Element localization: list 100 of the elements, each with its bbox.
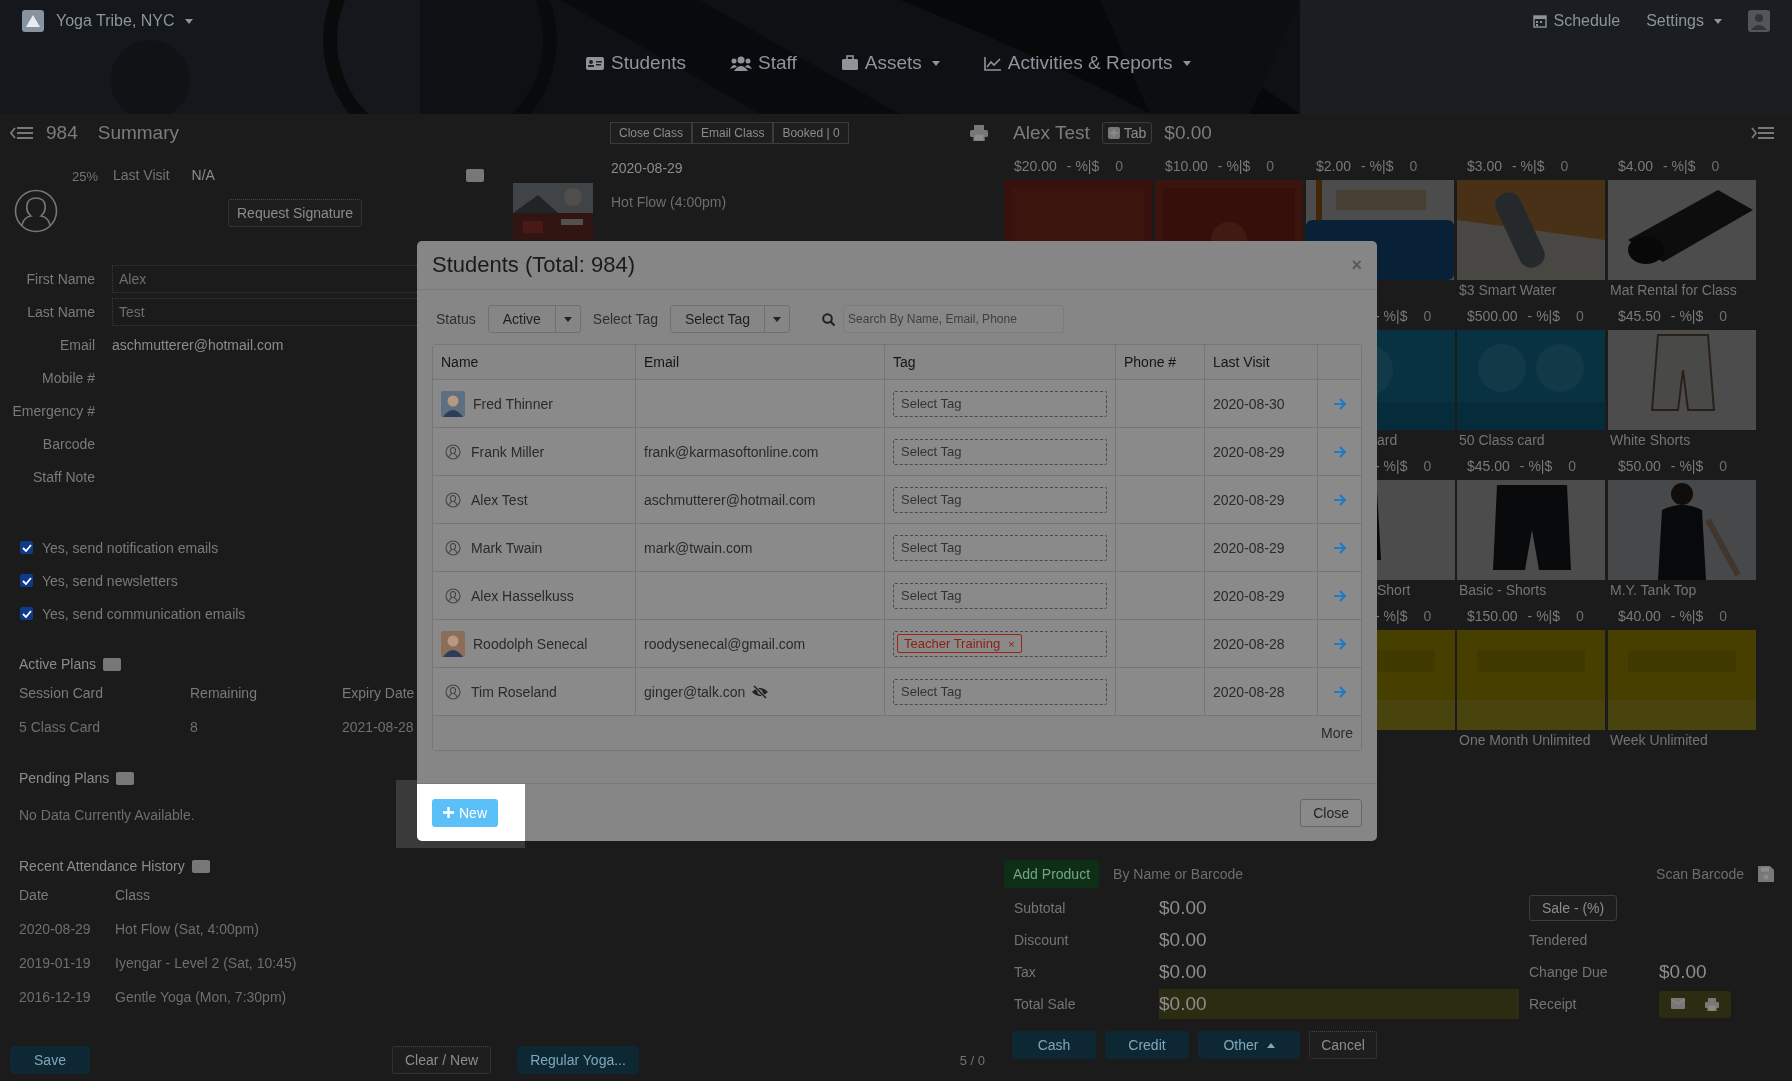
tag-field[interactable]: Select Tag: [893, 678, 1107, 705]
field-label: First Name: [25, 270, 95, 287]
class-action-button[interactable]: Close Class: [610, 122, 693, 144]
change-due-label: Change Due: [1529, 964, 1609, 980]
email-icon[interactable]: [1671, 997, 1685, 1009]
arrow-right-icon[interactable]: [1332, 589, 1347, 602]
column-header: Class: [115, 886, 150, 905]
field-value: aschmutterer@hotmail.com: [112, 336, 284, 353]
tag-field[interactable]: Select Tag: [893, 534, 1107, 561]
menu-back-icon[interactable]: [10, 125, 34, 141]
discount-toggle[interactable]: - %|$: [1361, 158, 1394, 174]
discount-toggle[interactable]: - %|$: [1670, 308, 1704, 324]
price: $20.00: [1014, 158, 1057, 174]
briefcase-icon: [840, 55, 859, 71]
brand-menu[interactable]: Yoga Tribe, NYC: [56, 12, 193, 30]
status-dropdown[interactable]: Active: [487, 305, 581, 333]
discount-toggle[interactable]: - %|$: [1217, 158, 1251, 174]
student-name[interactable]: Alex Test: [471, 491, 528, 508]
close-dialog-button[interactable]: Close: [1300, 798, 1362, 827]
discount-toggle[interactable]: - %|$: [1375, 308, 1408, 324]
remove-tag-button[interactable]: ×: [1008, 637, 1015, 650]
student-name[interactable]: Fred Thinner: [473, 395, 553, 412]
nav-link[interactable]: Settings: [1646, 12, 1722, 30]
menu-collapse-icon[interactable]: [1751, 125, 1775, 141]
tag-field[interactable]: Select Tag: [893, 582, 1107, 609]
discount-toggle[interactable]: - %|$: [1519, 458, 1553, 474]
product-search-field[interactable]: By Name or Barcode: [1111, 865, 1292, 883]
discount-toggle[interactable]: - %|$: [1663, 158, 1696, 174]
discount-toggle[interactable]: - %|$: [1527, 308, 1561, 324]
nav-link[interactable]: Assets: [840, 52, 940, 74]
user-icon: [445, 443, 461, 460]
save-icon[interactable]: [1758, 866, 1774, 882]
quantity: 0: [1576, 308, 1584, 324]
nav-link[interactable]: Schedule: [1533, 12, 1621, 30]
table-cell-text: 8: [190, 718, 198, 737]
discount-toggle[interactable]: - %|$: [1375, 458, 1408, 474]
product-name: M.Y. Tank Top: [1609, 581, 1698, 598]
print-icon[interactable]: [1705, 997, 1719, 1011]
search-field[interactable]: Search By Name, Email, Phone: [843, 305, 1065, 333]
tag-field[interactable]: Select Tag: [893, 486, 1107, 513]
student-name[interactable]: Tim Roseland: [471, 683, 557, 700]
discount-toggle[interactable]: - %|$: [1375, 608, 1408, 624]
user-icon: [445, 587, 461, 604]
tag-field[interactable]: Select Tag: [893, 390, 1107, 417]
request-signature-button[interactable]: Request Signature: [228, 199, 362, 227]
arrow-right-icon[interactable]: [1332, 685, 1347, 698]
student-name[interactable]: Roodolph Senecal: [473, 635, 588, 652]
logo-icon: [22, 10, 44, 32]
student-name[interactable]: Mark Twain: [471, 539, 543, 556]
tab-button[interactable]: Tab: [1101, 122, 1153, 144]
discount-toggle[interactable]: - %|$: [1512, 158, 1545, 174]
arrow-right-icon[interactable]: [1332, 445, 1347, 458]
column-header: Expiry Date: [342, 684, 415, 703]
cancel-button[interactable]: Cancel: [1309, 1031, 1377, 1059]
column-header: Name: [433, 345, 636, 379]
add-product-button[interactable]: Add Product: [1004, 860, 1100, 888]
price: $10.00: [1165, 158, 1208, 174]
checkbox[interactable]: [20, 541, 33, 554]
caret-icon: [563, 316, 572, 322]
student-name[interactable]: Alex Hasselkuss: [471, 587, 574, 604]
discount-toggle[interactable]: - %|$: [1670, 458, 1704, 474]
tag-field[interactable]: Select Tag: [893, 438, 1107, 465]
search-icon: [822, 312, 836, 326]
discount-toggle[interactable]: - %|$: [1670, 608, 1704, 624]
discount-toggle[interactable]: - %|$: [1066, 158, 1100, 174]
student-count: 984: [46, 122, 78, 144]
class-action-button[interactable]: Booked | 0: [773, 122, 849, 144]
arrow-right-icon[interactable]: [1332, 397, 1347, 410]
payment-button[interactable]: Other: [1198, 1031, 1300, 1059]
class-action-button[interactable]: Email Class: [692, 122, 774, 144]
caret-icon: [931, 60, 940, 66]
caret-icon: [773, 316, 782, 322]
arrow-right-icon[interactable]: [1332, 541, 1347, 554]
sale-button[interactable]: Sale - (%): [1529, 895, 1618, 921]
arrow-right-icon[interactable]: [1332, 493, 1347, 506]
section-title: Pending Plans: [19, 770, 110, 786]
payment-button[interactable]: Cash: [1012, 1031, 1096, 1059]
avatar-icon[interactable]: [1748, 10, 1770, 32]
quantity: 0: [1568, 458, 1577, 474]
clear-button[interactable]: Clear / New: [392, 1046, 492, 1074]
arrow-right-icon[interactable]: [1332, 637, 1347, 650]
replace-button[interactable]: Regular Yoga...: [517, 1046, 639, 1074]
plus-square-icon: [1107, 127, 1120, 139]
barcode-field[interactable]: Scan Barcode: [1636, 865, 1746, 883]
print-icon[interactable]: [970, 125, 988, 141]
nav-link[interactable]: Students: [585, 52, 686, 74]
student-name[interactable]: Frank Miller: [471, 443, 545, 460]
more-link[interactable]: More: [1321, 725, 1353, 741]
nav-link[interactable]: Staff: [730, 52, 797, 74]
column-header: Email: [636, 345, 885, 379]
checkbox[interactable]: [20, 607, 33, 620]
payment-button[interactable]: Credit: [1105, 1031, 1189, 1059]
tag-dropdown[interactable]: Select Tag: [669, 305, 791, 333]
checkbox[interactable]: [20, 574, 33, 587]
field-label: Barcode: [41, 435, 95, 452]
tag-field[interactable]: Teacher Training ×: [893, 630, 1107, 657]
save-button[interactable]: Save: [10, 1046, 90, 1074]
quantity: 0: [1423, 308, 1432, 324]
nav-link[interactable]: Activities & Reports: [983, 52, 1191, 74]
discount-toggle[interactable]: - %|$: [1527, 608, 1561, 624]
